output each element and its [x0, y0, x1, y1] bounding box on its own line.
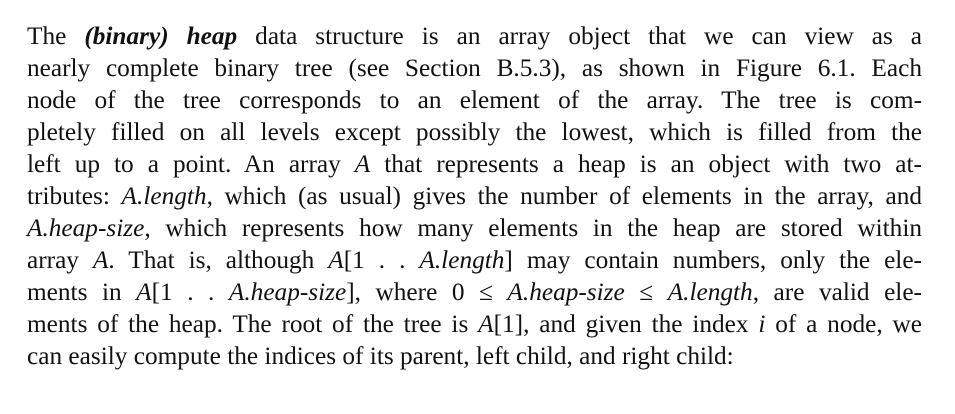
text-run: ≤	[624, 278, 668, 306]
term-emphasis: (binary) heap	[84, 22, 238, 50]
text-line: nearly complete binary tree (see Section…	[27, 52, 922, 84]
text-line: array A. That is, although A[1 . . A.len…	[27, 244, 922, 276]
math-variable: A.length	[121, 182, 207, 210]
text-run: node of the tree corresponds to an eleme…	[27, 86, 922, 114]
text-line: tributes: A.length, which (as usual) giv…	[27, 180, 922, 212]
text-run: ments in	[27, 278, 137, 306]
text-line: pletely filled on all levels except poss…	[27, 116, 922, 148]
text-page: The (binary) heap data structure is an a…	[27, 20, 922, 372]
text-run: tributes:	[27, 182, 122, 210]
text-run: left up to a point. An array	[27, 150, 355, 178]
text-run: pletely filled on all levels except poss…	[27, 118, 922, 146]
math-variable: A	[354, 150, 371, 178]
math-variable: A	[136, 278, 152, 306]
text-run: nearly complete binary tree (see Section…	[27, 54, 922, 82]
text-line: ments of the heap. The root of the tree …	[27, 308, 922, 340]
math-variable: A	[328, 246, 344, 274]
text-line: The (binary) heap data structure is an a…	[27, 20, 922, 52]
text-run: ] may contain numbers, only the ele-	[504, 246, 922, 274]
math-variable: A.heap-size	[507, 278, 625, 306]
text-line: left up to a point. An array A that repr…	[27, 148, 922, 180]
text-line: node of the tree corresponds to an eleme…	[27, 84, 922, 116]
math-variable: A	[478, 310, 494, 338]
text-run: ], where 0 ≤	[346, 278, 508, 306]
math-variable: A.heap-size	[27, 214, 145, 242]
math-variable: A.heap-size	[228, 278, 347, 306]
text-run: , which represents how many elements in …	[144, 214, 922, 242]
text-line: ments in A[1 . . A.heap-size], where 0 ≤…	[27, 276, 922, 308]
body-paragraph: The (binary) heap data structure is an a…	[27, 20, 922, 372]
text-run: , are valid ele-	[752, 278, 922, 306]
text-run: can easily compute the indices of its pa…	[27, 342, 734, 370]
text-line: A.heap-size, which represents how many e…	[27, 212, 922, 244]
text-run: that represents a heap is an object with…	[370, 150, 922, 178]
math-variable: A.length	[667, 278, 753, 306]
text-run: of a node, we	[765, 310, 923, 338]
text-run: ments of the heap. The root of the tree …	[27, 310, 479, 338]
text-run: . That is, although	[108, 246, 329, 274]
math-variable: A.length	[419, 246, 505, 274]
text-run: , which (as usual) gives the number of e…	[206, 182, 922, 210]
text-line: can easily compute the indices of its pa…	[27, 340, 922, 372]
text-run: array	[27, 246, 93, 274]
text-run: data structure is an array object that w…	[237, 22, 923, 50]
text-run: [1], and given the index	[493, 310, 759, 338]
text-run: The	[27, 22, 85, 50]
text-run: [1 . .	[151, 278, 229, 306]
text-run: [1 . .	[343, 246, 420, 274]
math-variable: A	[92, 246, 109, 274]
